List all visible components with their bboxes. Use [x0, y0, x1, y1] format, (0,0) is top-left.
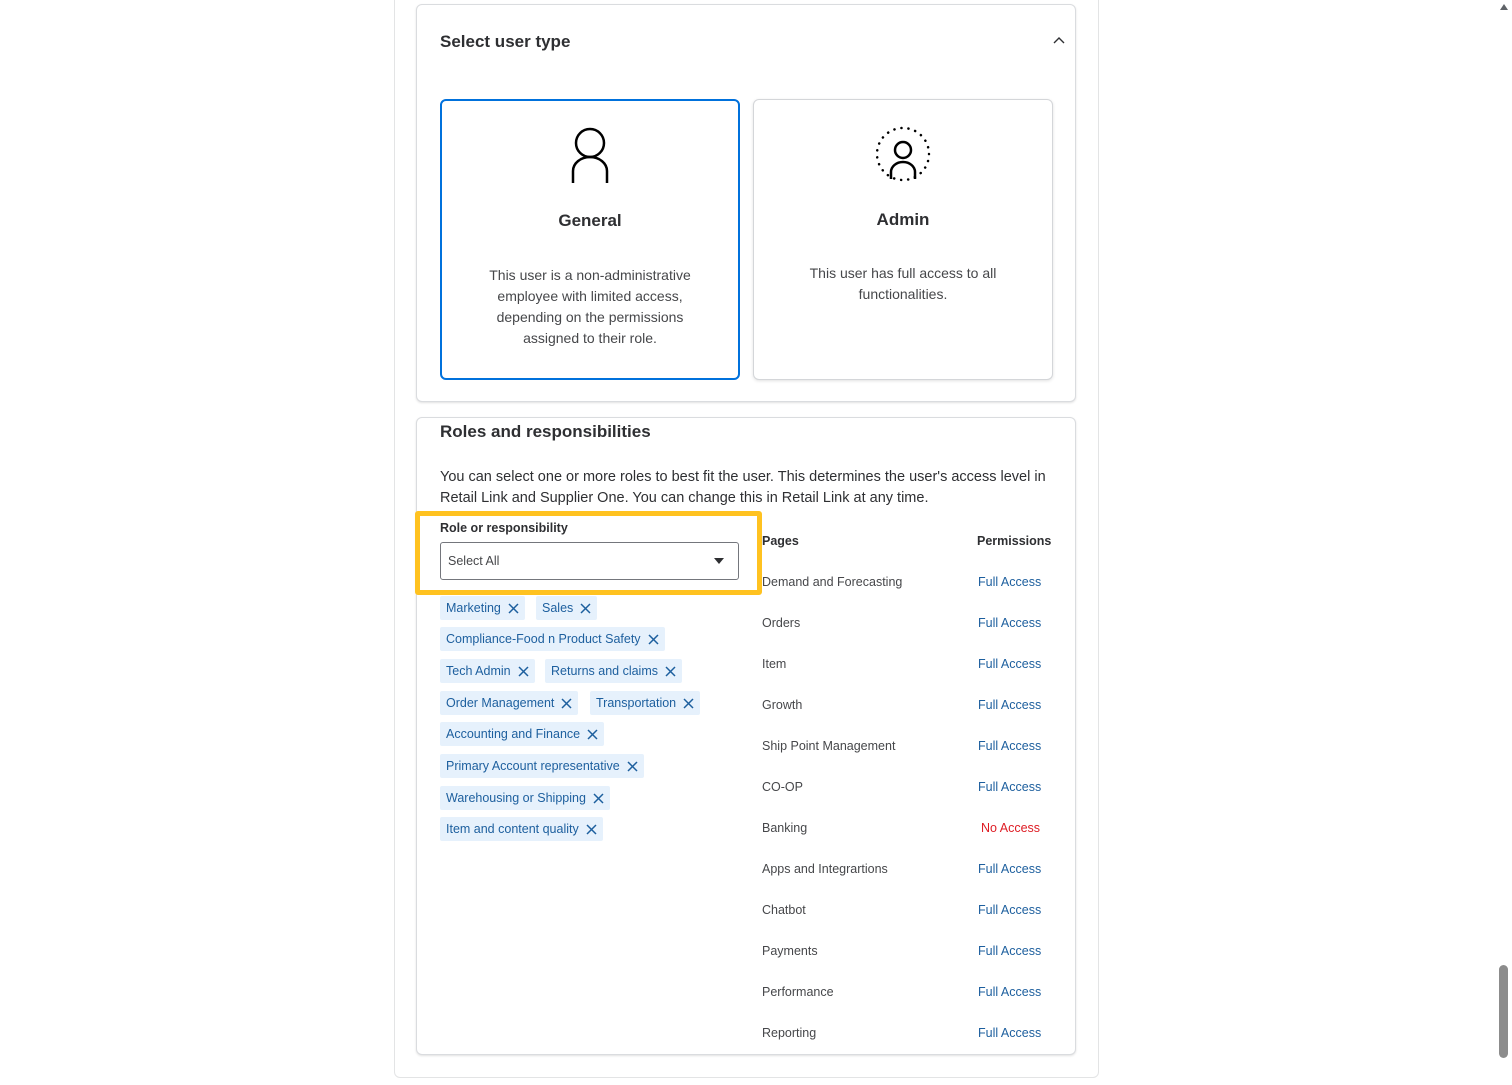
table-row-permission[interactable]: Full Access [978, 575, 1041, 589]
table-row-page: Apps and Integrartions [762, 862, 888, 876]
table-row-permission[interactable]: Full Access [978, 657, 1041, 671]
role-chip: Returns and claims [545, 659, 682, 683]
user-type-admin-option[interactable]: Admin This user has full access to all f… [753, 99, 1053, 380]
table-row-page: Ship Point Management [762, 739, 896, 753]
close-icon[interactable] [518, 665, 529, 677]
role-field-label: Role or responsibility [440, 521, 568, 535]
table-row-page: Demand and Forecasting [762, 575, 903, 589]
role-chip-label: Sales [542, 601, 574, 615]
table-row-page: Banking [762, 821, 808, 835]
chevron-up-icon[interactable] [1053, 36, 1065, 44]
close-icon[interactable] [580, 602, 591, 614]
table-row-permission[interactable]: Full Access [978, 903, 1041, 917]
table-row-page: Performance [762, 985, 834, 999]
general-description: This user is a non-administrative employ… [489, 267, 691, 346]
table-row-page: Reporting [762, 1026, 817, 1040]
close-icon[interactable] [627, 760, 638, 772]
table-row-permission[interactable]: Full Access [978, 985, 1041, 999]
role-chip-label: Compliance-Food n Product Safety [446, 632, 641, 646]
admin-person-icon [875, 126, 931, 182]
caret-down-icon [714, 558, 724, 564]
close-icon[interactable] [508, 602, 519, 614]
role-chip-label: Primary Account representative [446, 759, 620, 773]
scroll-up-arrow-icon[interactable] [1500, 4, 1508, 10]
table-row-permission[interactable]: Full Access [978, 739, 1041, 753]
table-row-permission[interactable]: Full Access [978, 1026, 1041, 1040]
table-row-permission[interactable]: Full Access [978, 616, 1041, 630]
roles-intro-text: You can select one or more roles to best… [440, 469, 1046, 506]
close-icon[interactable] [665, 665, 676, 677]
close-icon[interactable] [683, 697, 694, 709]
role-chip-label: Transportation [596, 696, 677, 710]
table-row-page: Growth [762, 698, 803, 712]
table-row-page: Payments [762, 944, 818, 958]
table-row-page: Chatbot [762, 903, 806, 917]
role-chip: Primary Account representative [440, 754, 644, 778]
role-chip: Transportation [590, 691, 701, 715]
table-row-permission[interactable]: Full Access [978, 862, 1041, 876]
roles-title: Roles and responsibilities [440, 422, 651, 441]
admin-title: Admin [876, 210, 930, 229]
role-chip: Marketing [440, 596, 525, 620]
role-chip-label: Returns and claims [551, 664, 658, 678]
admin-description: This user has full access to all functio… [809, 265, 997, 302]
person-icon [571, 127, 609, 183]
scrollbar[interactable] [1496, 0, 1512, 1085]
table-row-permission[interactable]: No Access [981, 821, 1040, 835]
table-row-page: Orders [762, 616, 801, 630]
role-chip: Sales [536, 596, 598, 620]
table-row-permission[interactable]: Full Access [978, 698, 1041, 712]
table-row-permission[interactable]: Full Access [978, 944, 1041, 958]
role-chip-label: Tech Admin [446, 664, 511, 678]
role-chip: Compliance-Food n Product Safety [440, 627, 665, 651]
table-row-permission[interactable]: Full Access [978, 780, 1041, 794]
table-row-page: CO-OP [762, 780, 803, 794]
permissions-column-header: Permissions [977, 534, 1052, 548]
role-chip-label: Item and content quality [446, 822, 579, 836]
close-icon[interactable] [561, 697, 572, 709]
close-icon[interactable] [593, 792, 604, 804]
close-icon[interactable] [586, 823, 597, 835]
role-chip-label: Accounting and Finance [446, 727, 581, 741]
role-chip-label: Marketing [446, 601, 501, 615]
role-chip: Order Management [440, 691, 579, 715]
role-chip-label: Order Management [446, 696, 555, 710]
role-chip-label: Warehousing or Shipping [446, 791, 586, 805]
role-select-value: Select All [448, 554, 500, 568]
user-type-title: Select user type [440, 32, 571, 51]
role-chip: Tech Admin [440, 659, 535, 683]
general-title: General [558, 211, 622, 230]
role-chip: Item and content quality [440, 817, 603, 841]
user-type-general-option[interactable]: General This user is a non-administrativ… [440, 99, 740, 380]
close-icon[interactable] [648, 633, 659, 645]
role-select-dropdown[interactable]: Select All [440, 542, 739, 580]
role-chip: Warehousing or Shipping [440, 786, 610, 810]
pages-column-header: Pages [762, 534, 799, 548]
scrollbar-thumb[interactable] [1499, 965, 1508, 1058]
role-chip: Accounting and Finance [440, 722, 605, 746]
table-row-page: Item [762, 657, 787, 671]
close-icon[interactable] [587, 728, 598, 740]
